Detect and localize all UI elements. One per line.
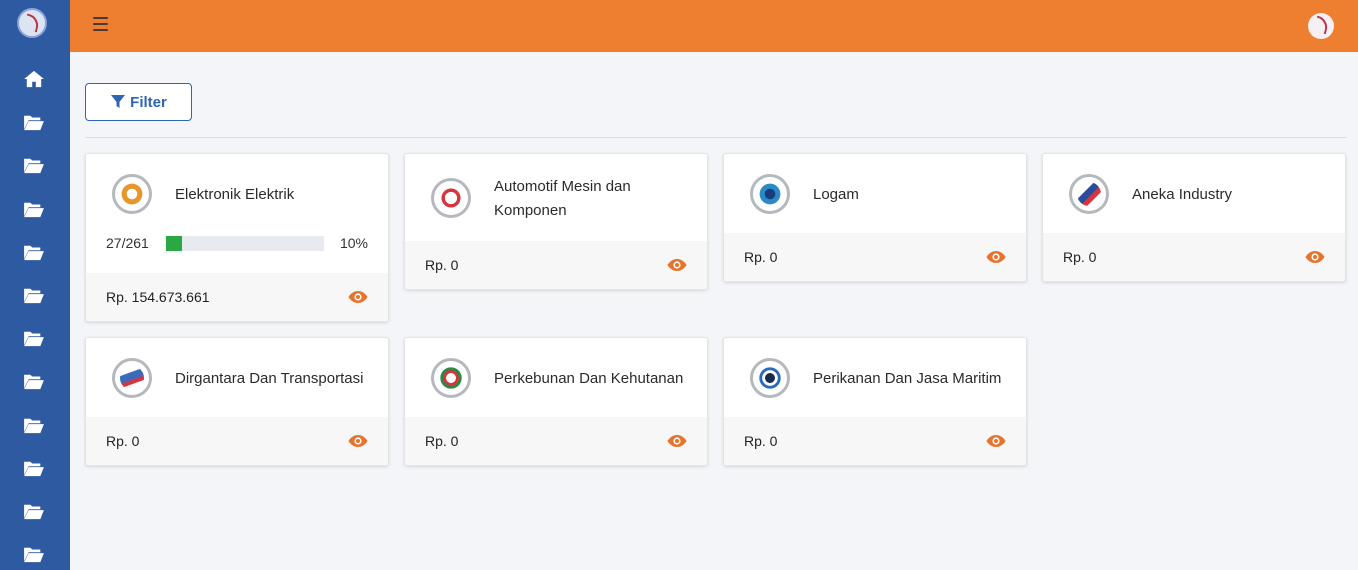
category-title: Elektronik Elektrik bbox=[175, 186, 295, 203]
eye-icon[interactable] bbox=[1305, 250, 1325, 264]
category-logo bbox=[750, 174, 790, 214]
amount: Rp. 154.673.661 bbox=[106, 289, 210, 305]
sidebar-item-folder-2[interactable] bbox=[23, 156, 45, 174]
sidebar-item-folder-10[interactable] bbox=[23, 502, 45, 520]
folder-open-icon bbox=[24, 374, 44, 390]
filter-label: Filter bbox=[130, 93, 167, 111]
progress-bar bbox=[166, 235, 324, 251]
category-logo bbox=[112, 358, 152, 398]
category-title: Automotif Mesin dan Komponen bbox=[494, 178, 631, 219]
category-title: Perikanan Dan Jasa Maritim bbox=[813, 370, 1002, 387]
filter-button[interactable]: Filter bbox=[85, 83, 192, 121]
divider bbox=[85, 137, 1347, 138]
sidebar-item-folder-6[interactable] bbox=[23, 329, 45, 347]
sidebar-item-home[interactable] bbox=[23, 70, 45, 88]
folder-open-icon bbox=[24, 418, 44, 434]
eye-icon[interactable] bbox=[986, 250, 1006, 264]
category-logo bbox=[431, 358, 471, 398]
folder-open-icon bbox=[24, 245, 44, 261]
card-footer: Rp. 0 bbox=[86, 417, 388, 465]
sidebar-item-folder-9[interactable] bbox=[23, 459, 45, 477]
category-card-elektronik[interactable]: Elektronik Elektrik 27/261 10% Rp. 154.6… bbox=[85, 153, 389, 322]
menu-toggle-icon[interactable] bbox=[93, 17, 108, 31]
amount: Rp. 0 bbox=[744, 433, 778, 449]
amount: Rp. 0 bbox=[744, 249, 778, 265]
folder-open-icon bbox=[24, 547, 44, 563]
card-footer: Rp. 0 bbox=[405, 241, 707, 289]
eye-icon[interactable] bbox=[986, 434, 1006, 448]
card-footer: Rp. 154.673.661 bbox=[86, 273, 388, 321]
eye-icon[interactable] bbox=[348, 434, 368, 448]
sidebar-item-folder-4[interactable] bbox=[23, 243, 45, 261]
top-bar bbox=[70, 0, 1358, 52]
card-footer: Rp. 0 bbox=[405, 417, 707, 465]
folder-open-icon bbox=[24, 461, 44, 477]
home-icon bbox=[24, 70, 44, 88]
amount: Rp. 0 bbox=[106, 433, 140, 449]
amount: Rp. 0 bbox=[425, 257, 459, 273]
folder-open-icon bbox=[24, 504, 44, 520]
category-title: Perkebunan Dan Kehutanan bbox=[494, 370, 684, 387]
eye-icon[interactable] bbox=[348, 290, 368, 304]
sidebar-item-folder-5[interactable] bbox=[23, 286, 45, 304]
progress-count: 27/261 bbox=[106, 235, 149, 251]
amount: Rp. 0 bbox=[1063, 249, 1097, 265]
progress-row: 27/261 10% bbox=[106, 233, 368, 253]
category-logo bbox=[431, 178, 471, 218]
sidebar-item-folder-3[interactable] bbox=[23, 200, 45, 218]
category-card-logam[interactable]: Logam Rp. 0 bbox=[723, 153, 1027, 282]
category-card-dirgantara[interactable]: Dirgantara Dan Transportasi Rp. 0 bbox=[85, 337, 389, 466]
sidebar-item-folder-7[interactable] bbox=[23, 372, 45, 390]
app-logo[interactable] bbox=[17, 8, 47, 38]
card-footer: Rp. 0 bbox=[1043, 233, 1345, 281]
progress-percent: 10% bbox=[339, 235, 368, 251]
eye-icon[interactable] bbox=[667, 434, 687, 448]
sidebar bbox=[0, 0, 70, 570]
folder-open-icon bbox=[24, 115, 44, 131]
category-title: Dirgantara Dan Transportasi bbox=[175, 370, 364, 387]
category-logo bbox=[1069, 174, 1109, 214]
brand-logo[interactable] bbox=[1308, 13, 1334, 39]
category-card-perikanan[interactable]: Perikanan Dan Jasa Maritim Rp. 0 bbox=[723, 337, 1027, 466]
filter-icon bbox=[111, 95, 126, 108]
card-footer: Rp. 0 bbox=[724, 417, 1026, 465]
category-logo bbox=[750, 358, 790, 398]
category-title: Logam bbox=[813, 186, 859, 203]
sidebar-item-folder-1[interactable] bbox=[23, 113, 45, 131]
sidebar-item-folder-11[interactable] bbox=[23, 545, 45, 563]
category-title: Aneka Industry bbox=[1132, 186, 1233, 203]
category-card-aneka-industry[interactable]: Aneka Industry Rp. 0 bbox=[1042, 153, 1346, 282]
card-footer: Rp. 0 bbox=[724, 233, 1026, 281]
sidebar-item-folder-8[interactable] bbox=[23, 416, 45, 434]
eye-icon[interactable] bbox=[667, 258, 687, 272]
progress-fill bbox=[166, 235, 182, 251]
folder-open-icon bbox=[24, 331, 44, 347]
category-card-perkebunan[interactable]: Perkebunan Dan Kehutanan Rp. 0 bbox=[404, 337, 708, 466]
category-card-automotif[interactable]: Automotif Mesin dan Komponen Rp. 0 bbox=[404, 153, 708, 290]
amount: Rp. 0 bbox=[425, 433, 459, 449]
folder-open-icon bbox=[24, 202, 44, 218]
category-logo bbox=[112, 174, 152, 214]
folder-open-icon bbox=[24, 288, 44, 304]
folder-open-icon bbox=[24, 158, 44, 174]
